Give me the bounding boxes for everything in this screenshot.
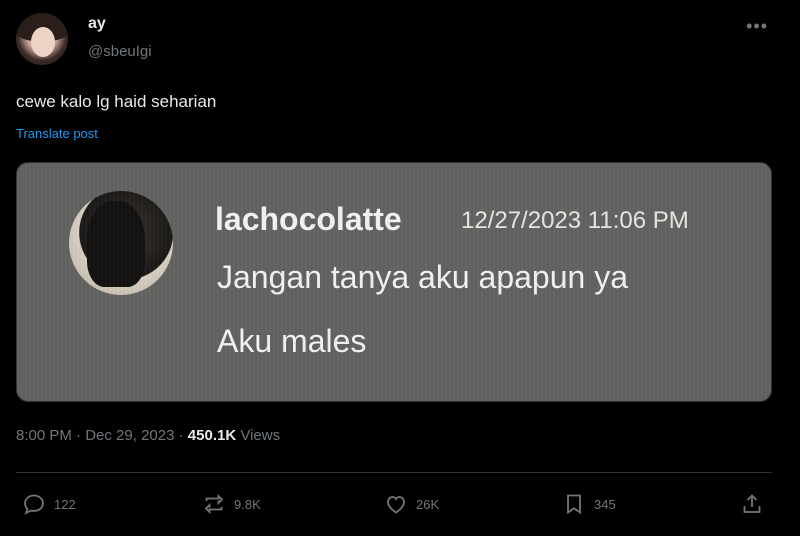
more-options-icon[interactable]: •••	[746, 16, 768, 37]
media-username: lachocolatte	[215, 201, 402, 237]
author-display-name[interactable]: ay	[88, 15, 106, 33]
like-count: 26K	[416, 496, 440, 512]
reply-button[interactable]: 122	[22, 488, 76, 520]
bookmark-icon	[567, 494, 581, 515]
media-message-line-1: Jangan tanya aku apapun ya	[217, 259, 628, 295]
like-button[interactable]: 26K	[384, 488, 439, 520]
tweet-date[interactable]: Dec 29, 2023	[85, 427, 174, 444]
avatar[interactable]	[16, 13, 68, 65]
share-button[interactable]	[740, 488, 764, 520]
views-count: 450.1K	[187, 427, 237, 444]
meta-separator: ·	[174, 427, 188, 444]
reply-icon	[24, 494, 44, 515]
bookmark-button[interactable]: 345	[562, 488, 616, 520]
media-timestamp: 12/27/2023 11:06 PM	[461, 207, 689, 234]
tweet-text: cewe kalo lg haid seharian	[16, 92, 217, 111]
tweet-time[interactable]: 8:00 PM	[16, 427, 72, 444]
heart-icon	[387, 496, 405, 514]
tweet-media-image[interactable]: lachocolatte 12/27/2023 11:06 PM Jangan …	[16, 162, 772, 402]
media-avatar	[69, 191, 173, 295]
views-label: Views	[236, 427, 281, 444]
translate-post-link[interactable]: Translate post	[16, 126, 98, 141]
bookmark-count: 345	[594, 496, 616, 512]
repost-count: 9.8K	[234, 496, 261, 512]
meta-separator: ·	[71, 427, 86, 444]
tweet-meta: 8:00 PM · Dec 29, 2023 · 450.1K Views	[16, 427, 280, 444]
share-icon	[743, 494, 761, 513]
media-message-line-2: Aku males	[217, 323, 367, 359]
repost-icon	[204, 493, 224, 515]
avatar-face	[31, 27, 55, 57]
author-handle[interactable]: @sbeuIgi	[88, 43, 152, 60]
tweet: ay @sbeuIgi ••• cewe kalo lg haid sehari…	[0, 0, 800, 536]
repost-button[interactable]: 9.8K	[202, 488, 261, 520]
media-avatar-figure	[87, 201, 145, 287]
reply-count: 122	[54, 496, 76, 512]
action-bar: 122 9.8K 26K 345	[0, 488, 800, 524]
divider	[16, 472, 772, 473]
